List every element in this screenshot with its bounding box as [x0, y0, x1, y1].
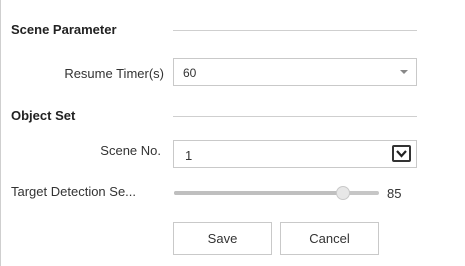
- dropdown-button[interactable]: [392, 145, 411, 162]
- target-detection-label: Target Detection Se...: [11, 184, 137, 199]
- section-divider: [173, 30, 417, 31]
- resume-timer-label: Resume Timer(s): [64, 66, 164, 81]
- target-detection-value: 85: [387, 186, 402, 201]
- chevron-down-icon: [396, 150, 407, 158]
- section-divider: [173, 116, 417, 117]
- settings-panel: Scene Parameter Resume Timer(s) 60 Objec…: [0, 0, 465, 266]
- save-button[interactable]: Save: [173, 222, 272, 255]
- chevron-down-icon[interactable]: [400, 70, 408, 74]
- slider-thumb[interactable]: [336, 186, 350, 200]
- scene-no-value: 1: [185, 148, 193, 163]
- resume-timer-input[interactable]: 60: [173, 58, 417, 86]
- section-title-scene-parameter: Scene Parameter: [11, 22, 117, 37]
- resume-timer-value: 60: [183, 66, 197, 80]
- scene-no-label: Scene No.: [100, 143, 161, 158]
- cancel-button[interactable]: Cancel: [280, 222, 379, 255]
- slider-fill: [174, 191, 343, 195]
- section-title-object-set: Object Set: [11, 108, 76, 123]
- scene-no-select[interactable]: 1: [173, 140, 417, 168]
- target-detection-slider[interactable]: [174, 186, 379, 200]
